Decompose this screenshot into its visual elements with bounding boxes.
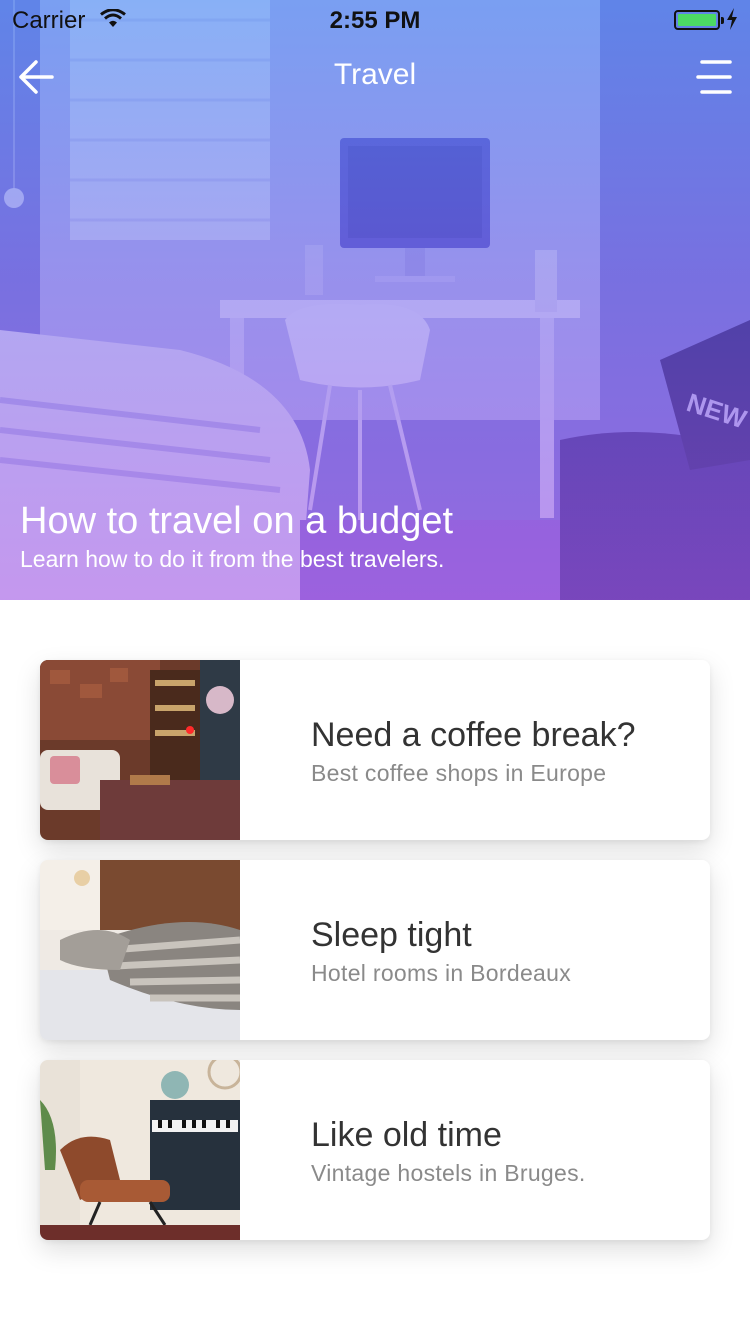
menu-button[interactable] <box>694 58 734 98</box>
lounge-chair-piano-photo <box>40 1060 240 1240</box>
hero-banner[interactable]: NEW YO Carrier 2:55 PM Travel <box>0 0 750 600</box>
status-bar: Carrier 2:55 PM <box>0 0 750 40</box>
battery-level-fill <box>678 14 716 26</box>
nav-title: Travel <box>333 58 417 91</box>
card-subtitle: Best coffee shops in Europe <box>311 760 607 786</box>
card-title: Need a coffee break? <box>311 716 636 754</box>
list-item[interactable]: Like old time Vintage hostels in Bruges. <box>40 1060 710 1240</box>
card-subtitle: Vintage hostels in Bruges. <box>311 1160 586 1186</box>
clock-label: 2:55 PM <box>329 7 421 34</box>
card-thumbnail <box>40 1060 240 1240</box>
hamburger-menu-icon <box>696 60 732 94</box>
card-thumbnail <box>40 860 240 1040</box>
hero-subtitle: Learn how to do it from the best travele… <box>20 546 445 572</box>
card-thumbnail <box>40 660 240 840</box>
card-subtitle: Hotel rooms in Bordeaux <box>311 960 572 986</box>
card-title: Like old time <box>311 1116 502 1154</box>
hero-title: How to travel on a budget <box>20 500 454 542</box>
list-item[interactable]: Sleep tight Hotel rooms in Bordeaux <box>40 860 710 1040</box>
battery-icon <box>674 10 724 30</box>
battery-tip <box>721 17 724 24</box>
list-item[interactable]: Need a coffee break? Best coffee shops i… <box>40 660 710 840</box>
living-room-photo <box>40 660 240 840</box>
card-title: Sleep tight <box>311 916 472 954</box>
bolt-icon <box>727 8 737 30</box>
bed-pillows-photo <box>40 860 240 1040</box>
